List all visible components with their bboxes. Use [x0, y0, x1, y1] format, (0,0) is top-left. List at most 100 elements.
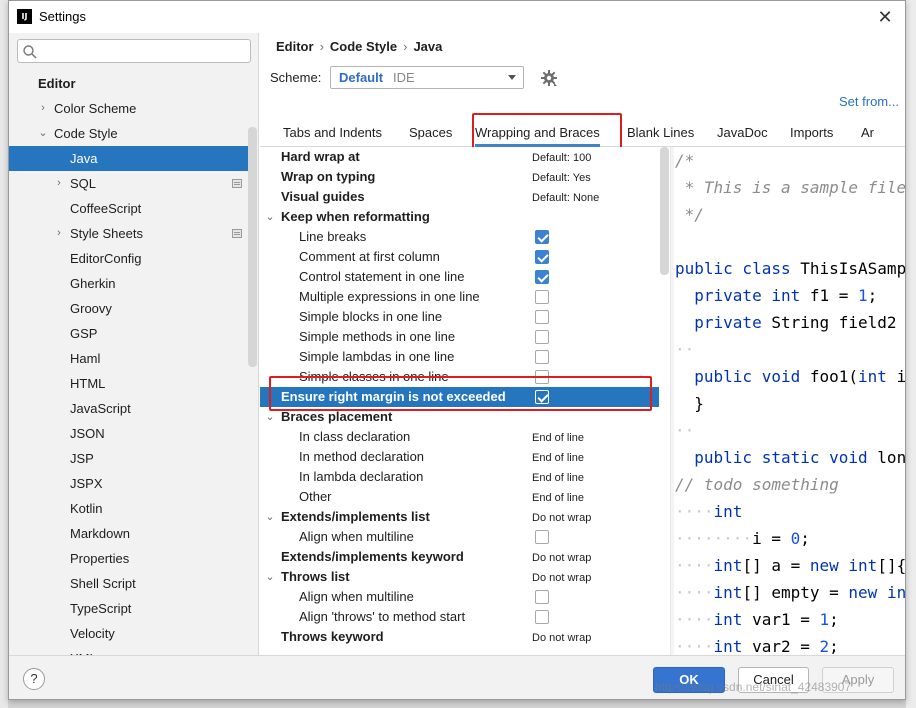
chevron-down-icon[interactable]: ⌄: [264, 507, 276, 527]
option-value[interactable]: Default: None: [532, 188, 599, 208]
sidebar-item-jsp[interactable]: JSP: [9, 446, 249, 471]
option-row[interactable]: Align 'throws' to method start: [260, 607, 659, 627]
sidebar-item-editor[interactable]: Editor: [9, 71, 249, 96]
option-row[interactable]: Simple classes in one line: [260, 367, 659, 387]
sidebar-item-velocity[interactable]: Velocity: [9, 621, 249, 646]
chevron-right-icon[interactable]: ›: [37, 96, 49, 121]
option-value[interactable]: Default: Yes: [532, 168, 591, 188]
sidebar-item-typescript[interactable]: TypeScript: [9, 596, 249, 621]
option-value[interactable]: End of line: [532, 468, 584, 488]
tab-imports[interactable]: Imports: [790, 123, 833, 147]
option-label: Throws keyword: [281, 629, 384, 644]
set-from-link[interactable]: Set from...: [839, 94, 899, 109]
option-row[interactable]: Wrap on typing Default: Yes: [260, 167, 659, 187]
option-row[interactable]: Control statement in one line: [260, 267, 659, 287]
option-row[interactable]: Simple methods in one line: [260, 327, 659, 347]
chevron-down-icon[interactable]: ⌄: [264, 567, 276, 587]
option-row[interactable]: ⌄ Braces placement: [260, 407, 659, 427]
option-row[interactable]: Align when multiline: [260, 527, 659, 547]
close-icon[interactable]: ✕: [871, 5, 899, 29]
option-checkbox[interactable]: [535, 530, 549, 544]
sidebar-item-html[interactable]: HTML: [9, 371, 249, 396]
sidebar-item-java[interactable]: Java: [9, 146, 249, 171]
option-value[interactable]: Do not wrap: [532, 628, 591, 648]
option-row[interactable]: ⌄ Extends/implements list Do not wrap: [260, 507, 659, 527]
option-row[interactable]: ⌄ Throws list Do not wrap: [260, 567, 659, 587]
option-row[interactable]: In method declaration End of line: [260, 447, 659, 467]
option-checkbox[interactable]: [535, 610, 549, 624]
sidebar-item-gsp[interactable]: GSP: [9, 321, 249, 346]
sidebar-item-kotlin[interactable]: Kotlin: [9, 496, 249, 521]
tab-ar[interactable]: Ar: [861, 123, 874, 147]
option-checkbox[interactable]: [535, 370, 549, 384]
option-value[interactable]: Do not wrap: [532, 548, 591, 568]
chevron-down-icon[interactable]: ⌄: [264, 207, 276, 227]
option-label: In method declaration: [299, 449, 425, 464]
option-row[interactable]: In class declaration End of line: [260, 427, 659, 447]
breadcrumb-code-style[interactable]: Code Style: [330, 39, 397, 54]
sidebar-item-style-sheets[interactable]: › Style Sheets: [9, 221, 249, 246]
search-input[interactable]: [42, 42, 246, 60]
option-checkbox[interactable]: [535, 350, 549, 364]
option-checkbox[interactable]: [535, 270, 549, 284]
sidebar-item-properties[interactable]: Properties: [9, 546, 249, 571]
sidebar-item-markdown[interactable]: Markdown: [9, 521, 249, 546]
options-scrollbar[interactable]: [660, 147, 669, 275]
option-row[interactable]: Other End of line: [260, 487, 659, 507]
tab-tabs-and-indents[interactable]: Tabs and Indents: [283, 123, 382, 147]
option-row[interactable]: Throws keyword Do not wrap: [260, 627, 659, 647]
sidebar-item-color-scheme[interactable]: › Color Scheme: [9, 96, 249, 121]
sidebar-scrollbar[interactable]: [248, 127, 257, 367]
sidebar-item-editorconfig[interactable]: EditorConfig: [9, 246, 249, 271]
chevron-down-icon[interactable]: ⌄: [264, 407, 276, 427]
option-row[interactable]: ⌄ Keep when reformatting: [260, 207, 659, 227]
sidebar-item-haml[interactable]: Haml: [9, 346, 249, 371]
option-row[interactable]: Comment at first column: [260, 247, 659, 267]
option-checkbox[interactable]: [535, 290, 549, 304]
option-value[interactable]: Do not wrap: [532, 508, 591, 528]
option-value[interactable]: End of line: [532, 448, 584, 468]
option-checkbox[interactable]: [535, 330, 549, 344]
option-checkbox[interactable]: [535, 390, 549, 404]
option-row[interactable]: In lambda declaration End of line: [260, 467, 659, 487]
option-row[interactable]: Line breaks: [260, 227, 659, 247]
option-row[interactable]: Extends/implements keyword Do not wrap: [260, 547, 659, 567]
option-row[interactable]: Simple blocks in one line: [260, 307, 659, 327]
option-checkbox[interactable]: [535, 250, 549, 264]
sidebar-item-javascript[interactable]: JavaScript: [9, 396, 249, 421]
option-row[interactable]: Hard wrap at Default: 100: [260, 147, 659, 167]
breadcrumb-editor[interactable]: Editor: [276, 39, 314, 54]
scheme-dropdown[interactable]: Default IDE: [330, 66, 524, 89]
help-button[interactable]: ?: [23, 668, 45, 690]
tab-spaces[interactable]: Spaces: [409, 123, 452, 147]
option-row[interactable]: Align when multiline: [260, 587, 659, 607]
option-row[interactable]: Visual guides Default: None: [260, 187, 659, 207]
gear-icon[interactable]: [540, 69, 558, 87]
settings-search[interactable]: [17, 39, 251, 63]
option-checkbox[interactable]: [535, 230, 549, 244]
chevron-down-icon[interactable]: ⌄: [37, 121, 49, 146]
sidebar-item-code-style[interactable]: ⌄ Code Style: [9, 121, 249, 146]
sidebar-item-coffeescript[interactable]: CoffeeScript: [9, 196, 249, 221]
sidebar-item-jspx[interactable]: JSPX: [9, 471, 249, 496]
option-value[interactable]: End of line: [532, 428, 584, 448]
option-row[interactable]: Multiple expressions in one line: [260, 287, 659, 307]
option-row[interactable]: Simple lambdas in one line: [260, 347, 659, 367]
sidebar-item-gherkin[interactable]: Gherkin: [9, 271, 249, 296]
chevron-right-icon[interactable]: ›: [53, 221, 65, 246]
option-value[interactable]: Default: 100: [532, 148, 591, 168]
option-value[interactable]: Do not wrap: [532, 568, 591, 588]
tab-wrapping-and-braces[interactable]: Wrapping and Braces: [475, 123, 600, 147]
sidebar-item-xml[interactable]: XML: [9, 646, 249, 655]
option-checkbox[interactable]: [535, 310, 549, 324]
tab-blank-lines[interactable]: Blank Lines: [627, 123, 694, 147]
option-row[interactable]: Ensure right margin is not exceeded: [260, 387, 659, 407]
sidebar-item-groovy[interactable]: Groovy: [9, 296, 249, 321]
sidebar-item-json[interactable]: JSON: [9, 421, 249, 446]
option-checkbox[interactable]: [535, 590, 549, 604]
tab-javadoc[interactable]: JavaDoc: [717, 123, 768, 147]
sidebar-item-sql[interactable]: › SQL: [9, 171, 249, 196]
sidebar-item-shell-script[interactable]: Shell Script: [9, 571, 249, 596]
option-value[interactable]: End of line: [532, 488, 584, 508]
chevron-right-icon[interactable]: ›: [53, 171, 65, 196]
